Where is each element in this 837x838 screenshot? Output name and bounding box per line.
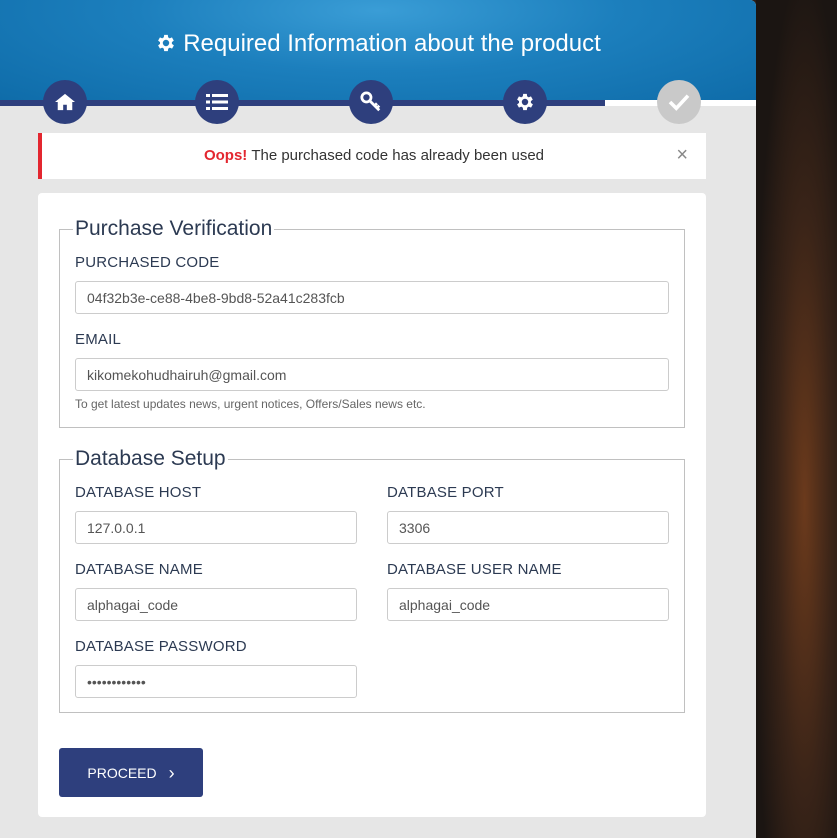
key-icon: [360, 91, 381, 112]
error-alert: Oops! The purchased code has already been…: [38, 133, 706, 179]
alert-text: The purchased code has already been used: [251, 147, 545, 164]
db-port-input[interactable]: [387, 511, 669, 544]
page-title: Required Information about the product: [0, 30, 756, 58]
db-password-input[interactable]: [75, 665, 357, 698]
step-finish[interactable]: [657, 80, 701, 124]
database-legend: Database Setup: [75, 447, 226, 470]
alert-message: Oops! The purchased code has already been…: [42, 147, 706, 164]
db-host-input[interactable]: [75, 511, 357, 544]
email-help-text: To get latest updates news, urgent notic…: [75, 397, 426, 411]
db-password-label: DATABASE PASSWORD: [75, 638, 247, 655]
db-user-input[interactable]: [387, 588, 669, 621]
step-settings[interactable]: [503, 80, 547, 124]
gear-icon: [517, 93, 533, 111]
background-photo: [756, 0, 837, 838]
proceed-label: PROCEED: [87, 764, 157, 781]
form-card: Purchase Verification PURCHASED CODE EMA…: [38, 193, 706, 817]
db-user-label: DATABASE USER NAME: [387, 561, 562, 578]
alert-strong: Oops!: [203, 147, 248, 164]
db-name-label: DATABASE NAME: [75, 561, 203, 578]
close-icon[interactable]: ×: [676, 145, 688, 165]
purchased-code-input[interactable]: [75, 281, 669, 314]
db-port-label: DATBASE PORT: [387, 484, 504, 501]
purchased-code-label: PURCHASED CODE: [75, 254, 220, 271]
step-list[interactable]: [195, 80, 239, 124]
installer-panel: Required Information about the product O…: [0, 0, 756, 838]
step-key[interactable]: [349, 80, 393, 124]
list-icon: [206, 94, 228, 110]
purchase-legend: Purchase Verification: [75, 217, 273, 240]
step-home[interactable]: [43, 80, 87, 124]
home-icon: [55, 93, 75, 111]
db-host-label: DATABASE HOST: [75, 484, 202, 501]
check-icon: [668, 94, 690, 111]
title-text: Required Information about the product: [183, 30, 601, 57]
gear-icon: [158, 34, 175, 52]
email-input[interactable]: [75, 358, 669, 391]
db-name-input[interactable]: [75, 588, 357, 621]
chevron-right-icon: ›: [168, 762, 175, 783]
email-label: EMAIL: [75, 331, 122, 348]
proceed-button[interactable]: PROCEED ›: [59, 748, 203, 797]
